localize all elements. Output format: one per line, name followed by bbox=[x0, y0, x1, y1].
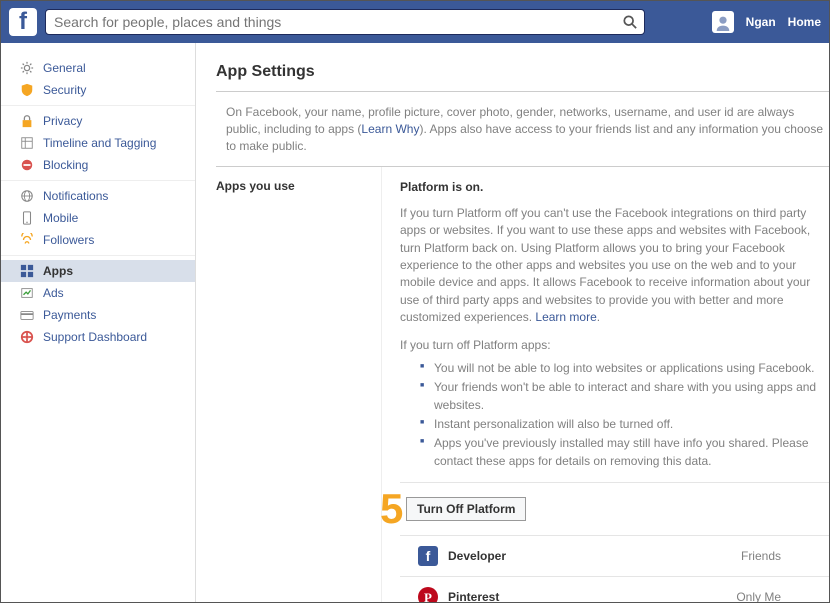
sidebar-item-timeline-and-tagging[interactable]: Timeline and Tagging bbox=[1, 132, 195, 154]
sidebar-item-notifications[interactable]: Notifications bbox=[1, 185, 195, 207]
sidebar-item-label: Ads bbox=[43, 286, 64, 300]
sidebar-item-privacy[interactable]: Privacy bbox=[1, 110, 195, 132]
sidebar-item-label: General bbox=[43, 61, 86, 75]
sidebar-item-label: Blocking bbox=[43, 158, 88, 172]
avatar-icon[interactable] bbox=[712, 11, 734, 33]
step-badge-5: 5 bbox=[380, 479, 403, 540]
app-row-developer[interactable]: f Developer Friends bbox=[400, 535, 829, 576]
page-title: App Settings bbox=[216, 63, 829, 92]
sidebar: General Security Privacy Timeline and Taggi… bbox=[1, 43, 196, 602]
sidebar-item-label: Payments bbox=[43, 308, 96, 322]
app-icon-developer: f bbox=[418, 546, 438, 566]
apps-icon bbox=[19, 263, 35, 279]
top-right: Ngan Home bbox=[712, 11, 821, 33]
sidebar-item-mobile[interactable]: Mobile bbox=[1, 207, 195, 229]
apps-you-use-section: Apps you use Platform is on. If you turn… bbox=[216, 167, 829, 602]
sidebar-item-apps[interactable]: Apps bbox=[1, 260, 195, 282]
topbar: f Ngan Home bbox=[1, 1, 829, 43]
app-audience: Only Me bbox=[736, 589, 811, 602]
platform-status: Platform is on. bbox=[400, 180, 483, 194]
bullet-item: Apps you've previously installed may sti… bbox=[420, 435, 829, 470]
sidebar-item-ads[interactable]: Ads bbox=[1, 282, 195, 304]
user-name[interactable]: Ngan bbox=[746, 15, 776, 29]
app-audience: Friends bbox=[741, 548, 811, 565]
sidebar-item-support-dashboard[interactable]: Support Dashboard bbox=[1, 326, 195, 348]
sidebar-item-payments[interactable]: Payments bbox=[1, 304, 195, 326]
search-input[interactable] bbox=[45, 9, 645, 35]
app-row-pinterest[interactable]: P Pinterest Only Me bbox=[400, 576, 829, 602]
app-icon-pinterest: P bbox=[418, 587, 438, 602]
sidebar-item-general[interactable]: General bbox=[1, 57, 195, 79]
svg-text:P: P bbox=[424, 590, 432, 602]
sidebar-item-label: Support Dashboard bbox=[43, 330, 147, 344]
learn-more-link[interactable]: Learn more bbox=[535, 310, 596, 324]
block-icon bbox=[19, 157, 35, 173]
app-name: Pinterest bbox=[448, 589, 499, 602]
globe-icon bbox=[19, 188, 35, 204]
payments-icon bbox=[19, 307, 35, 323]
content: App Settings On Facebook, your name, pro… bbox=[196, 43, 829, 602]
sidebar-item-blocking[interactable]: Blocking bbox=[1, 154, 195, 176]
info-text: On Facebook, your name, profile picture,… bbox=[216, 92, 829, 167]
mobile-icon bbox=[19, 210, 35, 226]
sidebar-item-followers[interactable]: Followers bbox=[1, 229, 195, 251]
search-wrap bbox=[45, 9, 645, 35]
shield-icon bbox=[19, 82, 35, 98]
sidebar-item-label: Privacy bbox=[43, 114, 82, 128]
svg-text:f: f bbox=[426, 548, 431, 564]
search-icon[interactable] bbox=[623, 15, 637, 32]
facebook-logo[interactable]: f bbox=[9, 8, 37, 36]
section-label: Apps you use bbox=[216, 167, 381, 602]
bullet-item: Your friends won't be able to interact a… bbox=[420, 379, 829, 414]
lock-icon bbox=[19, 113, 35, 129]
timeline-icon bbox=[19, 135, 35, 151]
gear-icon bbox=[19, 60, 35, 76]
home-link[interactable]: Home bbox=[788, 15, 821, 29]
learn-why-link[interactable]: Learn Why bbox=[361, 122, 419, 136]
followers-icon bbox=[19, 232, 35, 248]
support-icon bbox=[19, 329, 35, 345]
ads-icon bbox=[19, 285, 35, 301]
section-body: Platform is on. If you turn Platform off… bbox=[381, 167, 829, 602]
sidebar-item-label: Mobile bbox=[43, 211, 78, 225]
sidebar-item-label: Apps bbox=[43, 264, 73, 278]
sidebar-item-security[interactable]: Security bbox=[1, 79, 195, 101]
bullet-item: You will not be able to log into website… bbox=[420, 360, 829, 377]
app-name: Developer bbox=[448, 548, 506, 565]
bullet-item: Instant personalization will also be tur… bbox=[420, 416, 829, 433]
turn-off-platform-button[interactable]: Turn Off Platform bbox=[406, 497, 526, 521]
sidebar-item-label: Notifications bbox=[43, 189, 108, 203]
sidebar-item-label: Security bbox=[43, 83, 86, 97]
sidebar-item-label: Followers bbox=[43, 233, 94, 247]
sidebar-item-label: Timeline and Tagging bbox=[43, 136, 156, 150]
